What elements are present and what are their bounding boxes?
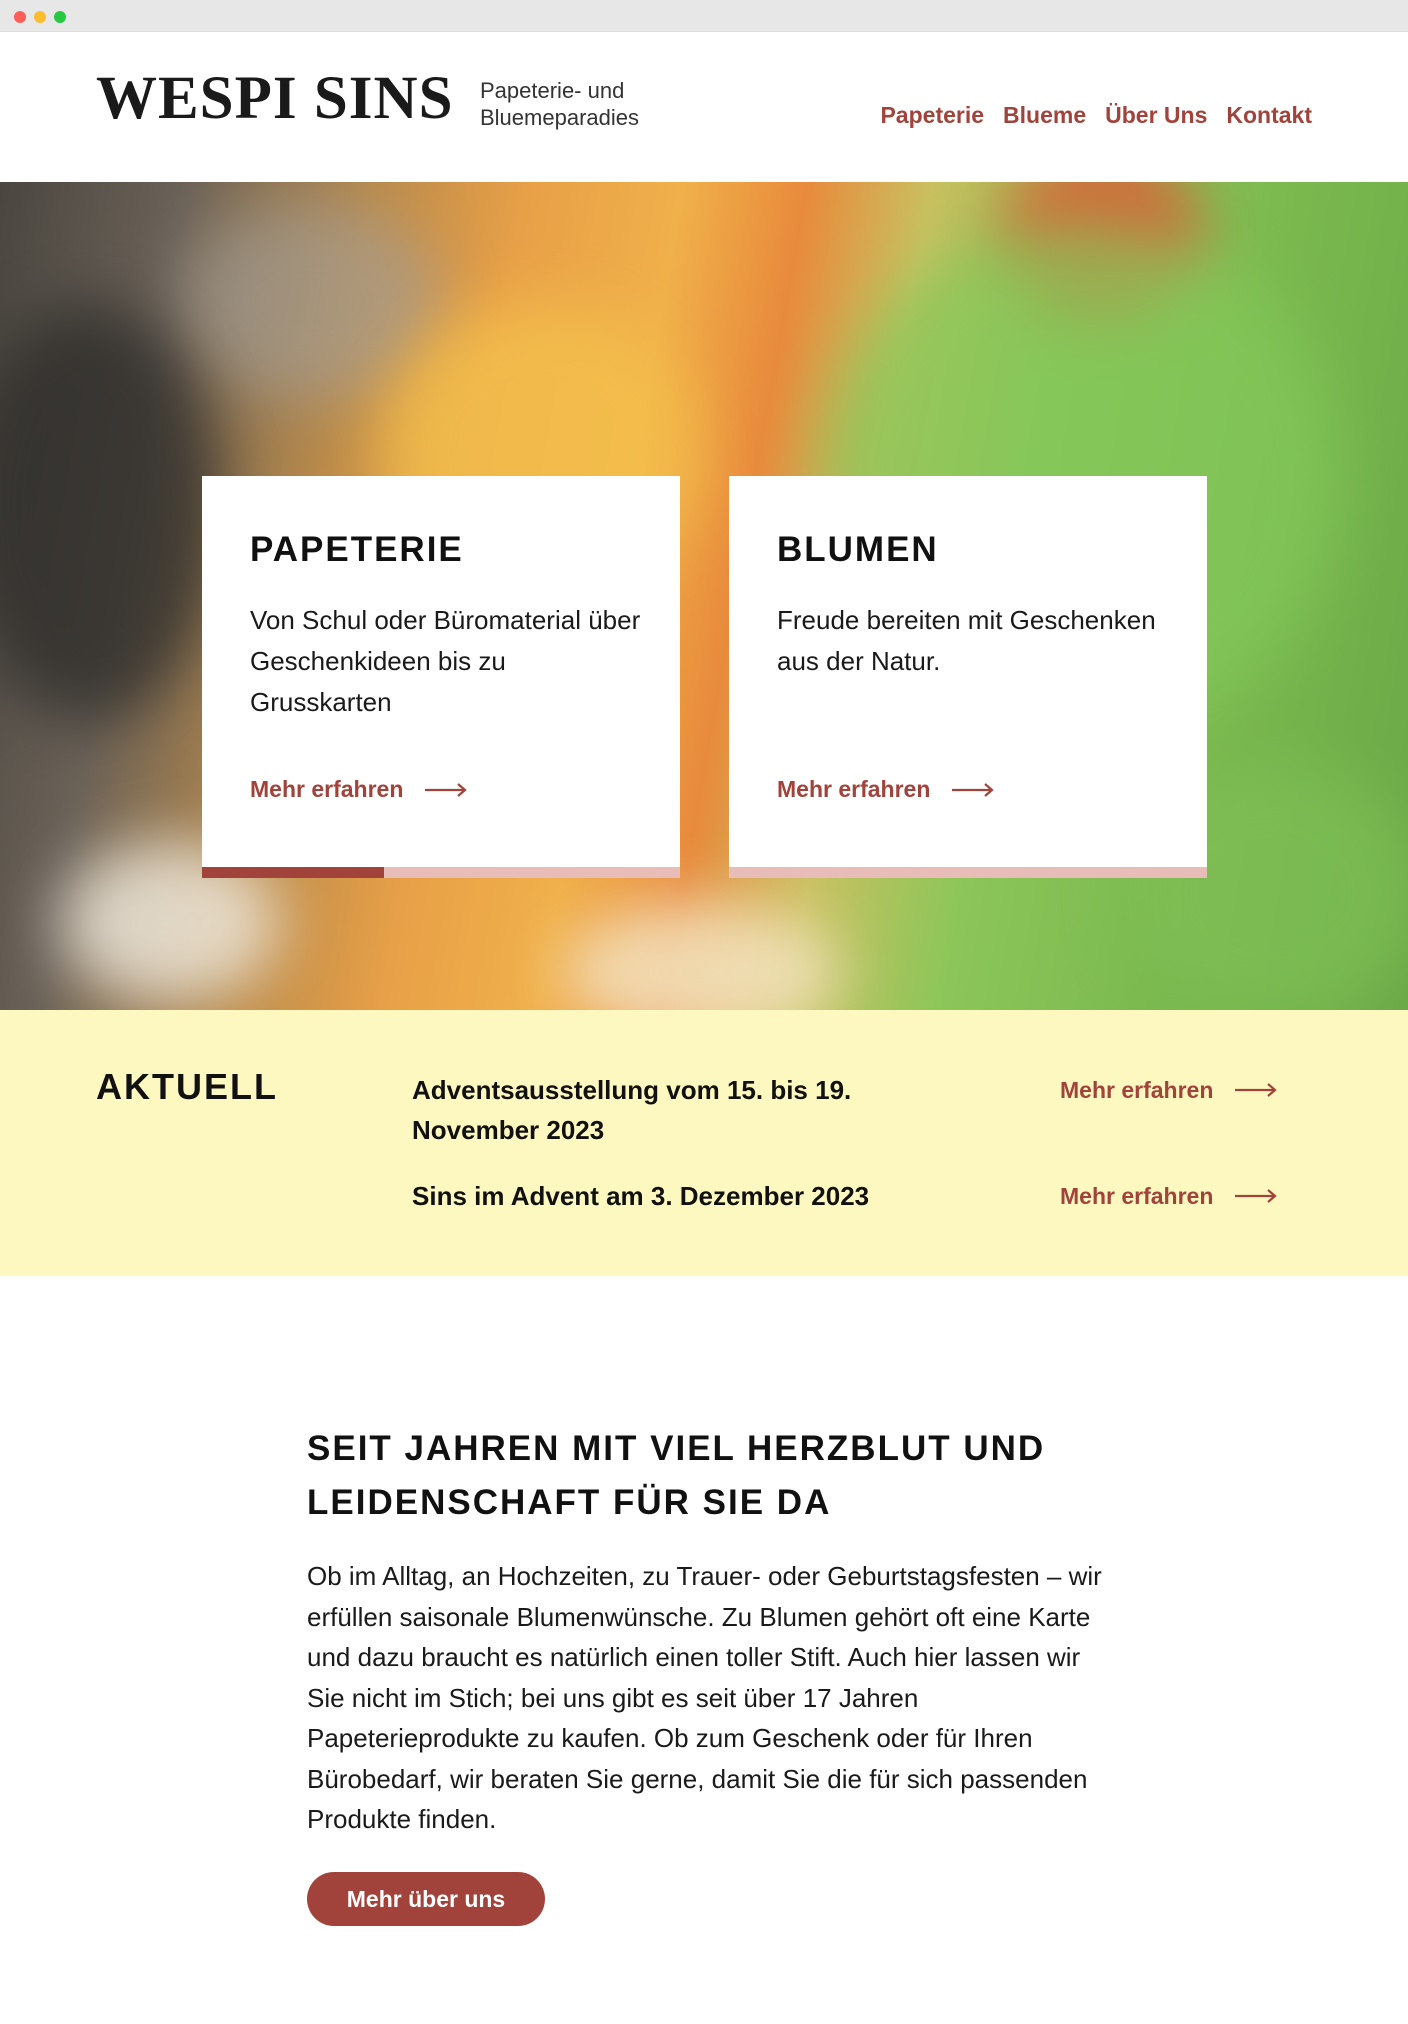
card-underline-bar bbox=[729, 867, 1207, 878]
site-tagline: Papeterie- und Bluemeparadies bbox=[480, 77, 639, 131]
nav-item-papeterie[interactable]: Papeterie bbox=[880, 102, 984, 129]
window-maximize-dot[interactable] bbox=[54, 11, 66, 23]
card-more-link[interactable]: Mehr erfahren bbox=[777, 776, 995, 803]
site-logo[interactable]: WESPI SINS bbox=[96, 68, 454, 129]
about-text: Ob im Alltag, an Hochzeiten, zu Trauer- … bbox=[307, 1561, 1102, 1834]
window-close-dot[interactable] bbox=[14, 11, 26, 23]
blumen-card[interactable]: BLUMEN Freude bereiten mit Geschenken au… bbox=[729, 476, 1207, 878]
news-more-link[interactable]: Mehr erfahren bbox=[1060, 1176, 1278, 1216]
about-heading: SEIT JAHREN MIT VIEL HERZBLUT UND LEIDEN… bbox=[307, 1429, 1046, 1522]
news-more-label: Mehr erfahren bbox=[1060, 1077, 1214, 1103]
arrow-right-icon bbox=[1235, 1189, 1278, 1203]
page: WESPI SINS Papeterie- und Bluemeparadies… bbox=[0, 32, 1408, 2024]
hero-background-shape bbox=[180, 202, 440, 402]
window-minimize-dot[interactable] bbox=[34, 11, 46, 23]
papeterie-card[interactable]: PAPETERIE Von Schul oder Büromaterial üb… bbox=[202, 476, 680, 878]
hero-background-shape bbox=[560, 902, 840, 1010]
card-text: Freude bereiten mit Geschenken aus der N… bbox=[777, 605, 1156, 676]
main-nav: Papeterie Blueme Über Uns Kontakt bbox=[880, 102, 1312, 129]
tagline-line-1: Papeterie- und bbox=[480, 78, 625, 103]
hero-background-shape bbox=[0, 302, 220, 722]
site-header: WESPI SINS Papeterie- und Bluemeparadies… bbox=[0, 32, 1408, 182]
news-item: Adventsausstellung vom 15. bis 19. Novem… bbox=[412, 1070, 1372, 1150]
about-us-button[interactable]: Mehr über uns bbox=[307, 1872, 545, 1926]
arrow-right-icon bbox=[425, 782, 468, 797]
browser-chrome bbox=[0, 0, 1408, 32]
card-title: BLUMEN bbox=[777, 530, 939, 569]
news-title: Adventsausstellung vom 15. bis 19. Novem… bbox=[412, 1075, 852, 1145]
nav-item-kontakt[interactable]: Kontakt bbox=[1226, 102, 1312, 129]
news-item: Sins im Advent am 3. Dezember 2023 Mehr … bbox=[412, 1176, 1372, 1216]
news-more-link[interactable]: Mehr erfahren bbox=[1060, 1070, 1278, 1110]
card-more-label: Mehr erfahren bbox=[250, 776, 404, 802]
nav-item-blueme[interactable]: Blueme bbox=[1003, 102, 1086, 129]
news-more-label: Mehr erfahren bbox=[1060, 1183, 1214, 1209]
slider-progress-fill bbox=[202, 867, 384, 878]
news-title: Sins im Advent am 3. Dezember 2023 bbox=[412, 1181, 870, 1211]
card-text: Von Schul oder Büromaterial über Geschen… bbox=[250, 605, 641, 717]
news-section: AKTUELL Adventsausstellung vom 15. bis 1… bbox=[0, 1010, 1408, 1276]
news-heading: AKTUELL bbox=[96, 1066, 278, 1107]
hero-section: PAPETERIE Von Schul oder Büromaterial üb… bbox=[0, 182, 1408, 1010]
tagline-line-2: Bluemeparadies bbox=[480, 105, 639, 130]
arrow-right-icon bbox=[952, 782, 995, 797]
card-more-label: Mehr erfahren bbox=[777, 776, 931, 802]
arrow-right-icon bbox=[1235, 1083, 1278, 1097]
card-title: PAPETERIE bbox=[250, 530, 464, 569]
card-more-link[interactable]: Mehr erfahren bbox=[250, 776, 468, 803]
slider-progress-track bbox=[202, 867, 680, 878]
nav-item-ueber-uns[interactable]: Über Uns bbox=[1105, 102, 1207, 129]
about-section: SEIT JAHREN MIT VIEL HERZBLUT UND LEIDEN… bbox=[0, 1276, 1408, 2024]
